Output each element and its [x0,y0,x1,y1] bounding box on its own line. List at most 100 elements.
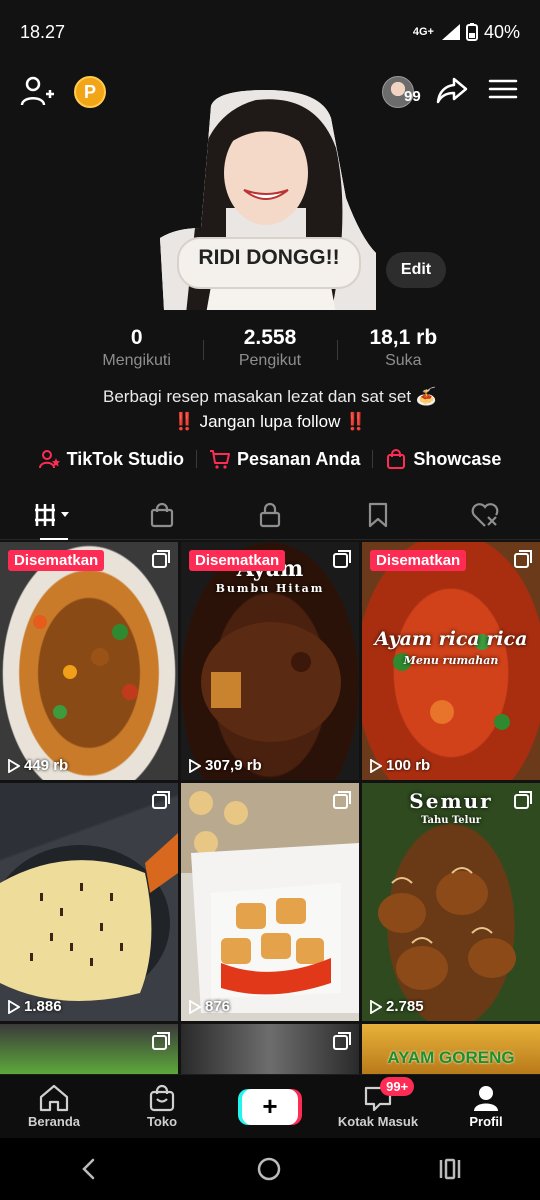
multi-image-icon [514,791,532,809]
studio-icon [38,450,60,469]
multi-image-icon [333,791,351,809]
liked-heart-icon [471,502,499,527]
back-icon[interactable] [77,1157,101,1181]
bookmark-icon [368,502,388,527]
profile-icon [474,1086,498,1111]
menu-icon[interactable] [488,74,518,104]
orders-link[interactable]: Pesanan Anda [209,448,360,470]
view-count: 1.886 [8,998,62,1015]
nav-inbox-label: Kotak Masuk [337,1114,419,1129]
profile-tabs [0,490,540,540]
grid-icon [35,503,69,526]
stat-label: Mengikuti [102,352,171,369]
multi-image-icon [152,791,170,809]
tab-saved[interactable] [324,490,432,539]
nav-home-label: Beranda [27,1114,81,1129]
video-overlay-title: Ayam rica rica [374,628,528,650]
nav-shop[interactable]: Toko [108,1075,216,1138]
coins-icon[interactable]: P [74,76,106,108]
pinned-badge: Disematkan [8,550,105,571]
video-thumbnail[interactable]: Ayam rica rica Menu rumahan Disematkan 1… [362,542,540,780]
view-count-value: 100 rb [386,757,431,774]
multi-image-icon [152,1032,170,1050]
video-thumbnail[interactable]: Semur Tahu Telur 2.785 [362,783,540,1021]
create-button[interactable]: + [242,1088,298,1125]
view-count: 876 [189,998,230,1015]
bio-line-2: ‼️ Jangan lupa follow ‼️ [173,412,367,431]
video-thumbnail[interactable]: Ayam Bumbu Hitam Disematkan 307,9 rb [181,542,359,780]
play-icon [189,999,201,1014]
system-navigation [0,1138,540,1200]
video-thumbnail[interactable]: 876 [181,783,359,1021]
stat-label: Suka [385,352,422,369]
edit-profile-button[interactable]: Edit [386,252,446,288]
play-icon [8,758,20,773]
nav-profile[interactable]: Profil [432,1075,540,1138]
network-type: 4G+ [412,26,434,38]
food-illustration [33,615,138,719]
shop-bag-icon [149,1084,175,1112]
video-thumbnail[interactable]: 1.886 [0,783,178,1021]
share-icon[interactable] [436,74,468,106]
stat-value: 18,1 rb [369,326,438,349]
showcase-label: Showcase [413,448,502,469]
play-icon [8,999,20,1014]
stat-label: Pengikut [238,352,302,369]
home-icon [39,1084,69,1112]
video-overlay-title: AYAM GORENG [387,1048,515,1067]
play-icon [189,758,201,773]
video-overlay-subtitle: Menu rumahan [403,654,499,667]
play-icon [370,999,382,1014]
stat-following[interactable]: 0 Mengikuti [70,326,203,372]
home-circle-icon[interactable] [256,1156,282,1182]
recent-apps-icon[interactable] [437,1157,463,1181]
tab-liked[interactable] [432,490,540,539]
view-count-value: 1.886 [24,998,62,1015]
video-thumbnail[interactable]: AYAM GORENG [362,1024,540,1074]
video-thumbnail[interactable]: Disematkan 449 rb [0,542,178,780]
tab-videos[interactable] [0,490,108,540]
nav-inbox[interactable]: Kotak Masuk 99+ [324,1075,432,1138]
food-illustration [0,833,178,1001]
tab-private[interactable] [216,490,324,539]
tiktok-studio-link[interactable]: TikTok Studio [38,448,184,470]
stat-likes[interactable]: 18,1 rb Suka [336,326,470,372]
nav-create[interactable]: + [216,1075,324,1138]
showcase-link[interactable]: Showcase [385,448,501,470]
status-time: 18.27 [20,21,66,42]
view-count: 449 rb [8,757,68,774]
play-icon [370,758,382,773]
video-overlay-subtitle: Tahu Telur [421,815,481,826]
video-thumbnail[interactable] [0,1024,178,1074]
food-illustration [181,783,359,1013]
video-grid: Disematkan 449 rb Ayam Bumbu Hitam Disem… [0,542,540,1074]
bottom-navigation: Beranda Toko + Kotak Masuk 99+ Profil [0,1074,540,1138]
video-thumbnail[interactable] [181,1024,359,1074]
video-overlay-subtitle: Bumbu Hitam [215,582,325,595]
nav-home[interactable]: Beranda [0,1075,108,1138]
pinned-badge: Disematkan [370,550,467,571]
view-count-value: 307,9 rb [205,757,262,774]
battery-level: 40% [483,21,520,42]
view-count-value: 2.785 [386,998,424,1015]
stat-value: 0 [130,326,143,349]
shopping-bag-icon [387,449,406,469]
battery-icon [465,23,478,41]
inbox-badge: 99+ [380,1077,415,1096]
bag-icon [150,502,174,527]
stat-followers[interactable]: 2.558 Pengikut [203,326,336,372]
profile-bio: Berbagi resep masakan lezat dan sat set … [0,384,540,434]
nav-shop-label: Toko [146,1114,178,1129]
multi-image-icon [152,550,170,568]
tab-shop[interactable] [108,490,216,539]
view-count: 2.785 [370,998,424,1015]
multi-image-icon [333,1032,351,1050]
view-count-value: 449 rb [24,757,69,774]
add-friend-icon[interactable] [20,74,54,108]
cart-icon [209,450,230,469]
view-count-value: 876 [205,998,231,1015]
multi-image-icon [514,550,532,568]
profile-avatar[interactable] [156,88,386,314]
profile-links: TikTok Studio Pesanan Anda Showcase [0,448,540,470]
view-count: 307,9 rb [189,757,262,774]
